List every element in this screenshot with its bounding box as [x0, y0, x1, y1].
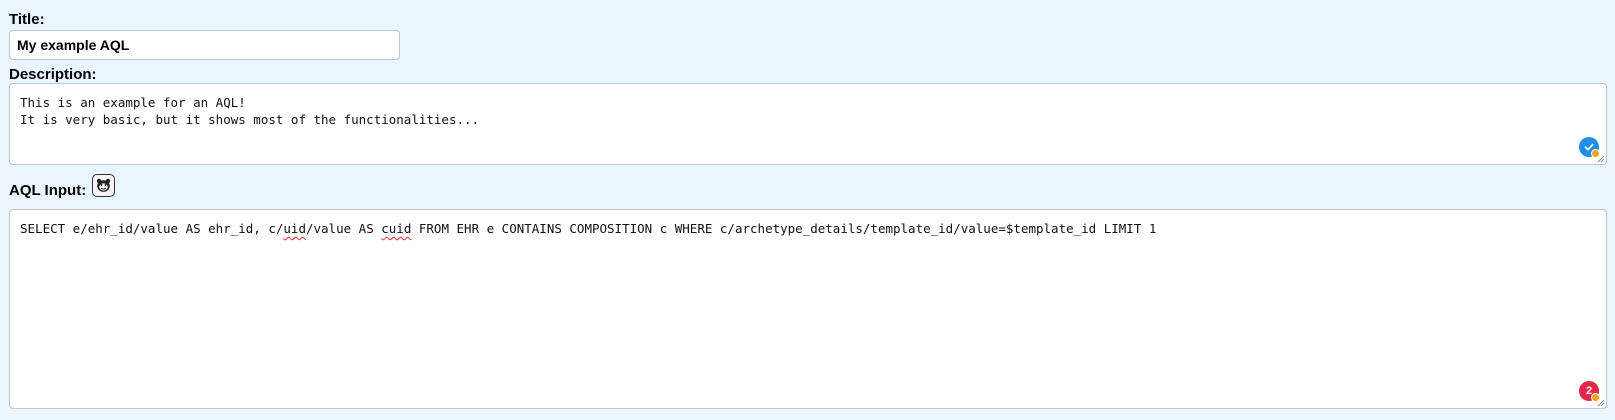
- aql-query-textarea[interactable]: SELECT e/ehr_id/value AS ehr_id, c/uid/v…: [9, 209, 1607, 409]
- description-text: This is an example for an AQL! It is ver…: [20, 95, 480, 127]
- description-label: Description:: [9, 66, 97, 83]
- title-label: Title:: [9, 11, 45, 28]
- aql-helper-button[interactable]: [92, 174, 115, 197]
- spellcheck-flagged-word: uid: [283, 221, 306, 236]
- aql-query-text: SELECT e/ehr_id/value AS ehr_id, c/uid/v…: [20, 220, 1156, 237]
- query-segment: /value AS: [305, 221, 382, 236]
- spellcheck-flagged-word: cuid: [381, 221, 412, 236]
- title-input[interactable]: [9, 30, 400, 60]
- mascot-icon: [96, 178, 111, 192]
- query-segment: SELECT e/ehr_id/value AS ehr_id, c/: [20, 221, 284, 236]
- query-segment: FROM EHR e CONTAINS COMPOSITION c WHERE …: [411, 221, 1157, 236]
- resize-grip-icon[interactable]: [1596, 398, 1605, 407]
- resize-grip-icon[interactable]: [1596, 154, 1605, 163]
- description-textarea[interactable]: This is an example for an AQL! It is ver…: [9, 83, 1607, 165]
- aql-input-label: AQL Input:: [9, 182, 87, 199]
